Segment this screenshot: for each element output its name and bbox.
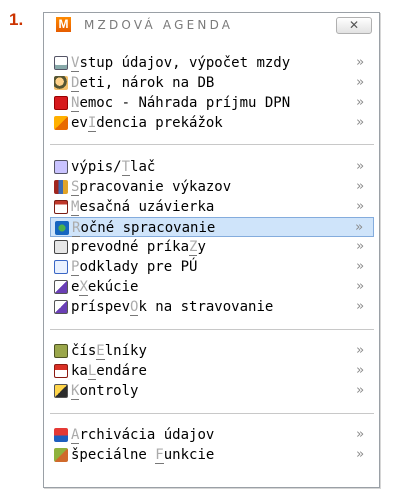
menu-item-label: príspevOk na stravovanie bbox=[71, 299, 274, 316]
codebook-icon bbox=[54, 344, 68, 358]
accelerator-key: T bbox=[121, 159, 131, 176]
print-icon bbox=[54, 160, 68, 174]
document-search-icon bbox=[54, 260, 68, 274]
menu-item[interactable]: Mesačná uzávierka » bbox=[50, 197, 374, 217]
menu-item-label: výpis/Tlač bbox=[71, 159, 156, 176]
menu-separator bbox=[50, 329, 374, 330]
menu-item[interactable]: Podklady pre PÚ » bbox=[50, 257, 374, 277]
medical-cross-icon bbox=[54, 96, 68, 110]
menu-item-label: Nemoc - Náhrada príjmu DPN bbox=[71, 95, 291, 112]
submenu-arrow-icon: » bbox=[356, 383, 364, 398]
menu-item-label: Spracovanie výkazov bbox=[71, 179, 232, 196]
checklist-icon bbox=[54, 384, 68, 398]
menu-item-label: Archivácia údajov bbox=[71, 427, 215, 444]
edit-form-icon bbox=[54, 56, 68, 70]
accelerator-key: E bbox=[96, 343, 105, 360]
submenu-arrow-icon: » bbox=[356, 239, 364, 254]
submenu-arrow-icon: » bbox=[355, 220, 363, 235]
books-icon bbox=[54, 180, 68, 194]
menu-item[interactable]: špeciálne Funkcie » bbox=[50, 445, 374, 465]
submenu-arrow-icon: » bbox=[356, 427, 364, 442]
menu-separator bbox=[50, 144, 374, 145]
submenu-arrow-icon: » bbox=[356, 447, 364, 462]
menu-item-label: Ročné spracovanie bbox=[72, 220, 216, 237]
menu-separator bbox=[50, 413, 374, 414]
app-logo-icon: M bbox=[56, 17, 71, 32]
menu-item-label: Mesačná uzávierka bbox=[71, 199, 215, 216]
menu-item[interactable]: Archivácia údajov » bbox=[50, 425, 374, 445]
menu-item[interactable]: Nemoc - Náhrada príjmu DPN » bbox=[50, 93, 374, 113]
menu-item[interactable]: Kontroly » bbox=[50, 381, 374, 401]
menu-item-label: kaLendáre bbox=[71, 363, 147, 380]
step-number: 1. bbox=[9, 10, 24, 29]
submenu-arrow-icon: » bbox=[356, 343, 364, 358]
submenu-arrow-icon: » bbox=[356, 95, 364, 110]
menu-item[interactable]: čísElníky » bbox=[50, 341, 374, 361]
tools-icon bbox=[54, 448, 68, 462]
orange-flag-icon bbox=[54, 116, 68, 130]
submenu-arrow-icon: » bbox=[356, 115, 364, 130]
menu-item-label: Podklady pre PÚ bbox=[71, 259, 198, 276]
menu-item[interactable]: prevodné príkaZy » bbox=[50, 237, 374, 257]
menu-item[interactable]: Vstup údajov, výpočet mzdy » bbox=[50, 53, 374, 73]
floppy-disk-icon bbox=[54, 428, 68, 442]
menu-item[interactable]: príspevOk na stravovanie » bbox=[50, 297, 374, 317]
accelerator-key: F bbox=[155, 447, 164, 464]
submenu-arrow-icon: » bbox=[356, 179, 364, 194]
submenu-arrow-icon: » bbox=[356, 75, 364, 90]
menu-item[interactable]: výpis/Tlač » bbox=[50, 157, 374, 177]
globe-icon bbox=[55, 221, 69, 235]
menu-title: MZDOVÁ AGENDA bbox=[84, 18, 234, 32]
menu-item-label: Deti, nárok na DB bbox=[71, 75, 215, 92]
menu-item-label: špeciálne Funkcie bbox=[71, 447, 215, 464]
bank-icon bbox=[54, 240, 68, 254]
signature-icon bbox=[54, 280, 68, 294]
menu-item-label: Kontroly bbox=[71, 383, 139, 400]
menu-item-label: čísElníky bbox=[71, 343, 147, 360]
accelerator-key: X bbox=[79, 279, 88, 296]
menu-item[interactable]: evIdencia prekážok » bbox=[50, 113, 374, 133]
close-button[interactable]: ✕ bbox=[336, 17, 372, 34]
submenu-arrow-icon: » bbox=[356, 159, 364, 174]
menu-item[interactable]: kaLendáre » bbox=[50, 361, 374, 381]
calendar-red-icon bbox=[54, 364, 68, 378]
menu-item-label: eXekúcie bbox=[71, 279, 139, 296]
submenu-arrow-icon: » bbox=[356, 279, 364, 294]
calendar-icon bbox=[54, 200, 68, 214]
menu-item-label: prevodné príkaZy bbox=[71, 239, 206, 256]
submenu-arrow-icon: » bbox=[356, 199, 364, 214]
signature-edit-icon bbox=[54, 300, 68, 314]
menu-item[interactable]: Spracovanie výkazov » bbox=[50, 177, 374, 197]
mzdova-agenda-menu: M MZDOVÁ AGENDA ✕ Vstup údajov, výpočet … bbox=[43, 12, 380, 488]
submenu-arrow-icon: » bbox=[356, 299, 364, 314]
children-icon bbox=[54, 76, 68, 90]
menu-item[interactable]: Ročné spracovanie » bbox=[50, 217, 374, 237]
submenu-arrow-icon: » bbox=[356, 363, 364, 378]
menu-item-label: evIdencia prekážok bbox=[71, 115, 223, 132]
submenu-arrow-icon: » bbox=[356, 259, 364, 274]
menu-item[interactable]: Deti, nárok na DB » bbox=[50, 73, 374, 93]
menu-item[interactable]: eXekúcie » bbox=[50, 277, 374, 297]
submenu-arrow-icon: » bbox=[356, 55, 364, 70]
menu-titlebar: M MZDOVÁ AGENDA ✕ bbox=[44, 13, 379, 39]
menu-item-label: Vstup údajov, výpočet mzdy bbox=[71, 55, 291, 72]
